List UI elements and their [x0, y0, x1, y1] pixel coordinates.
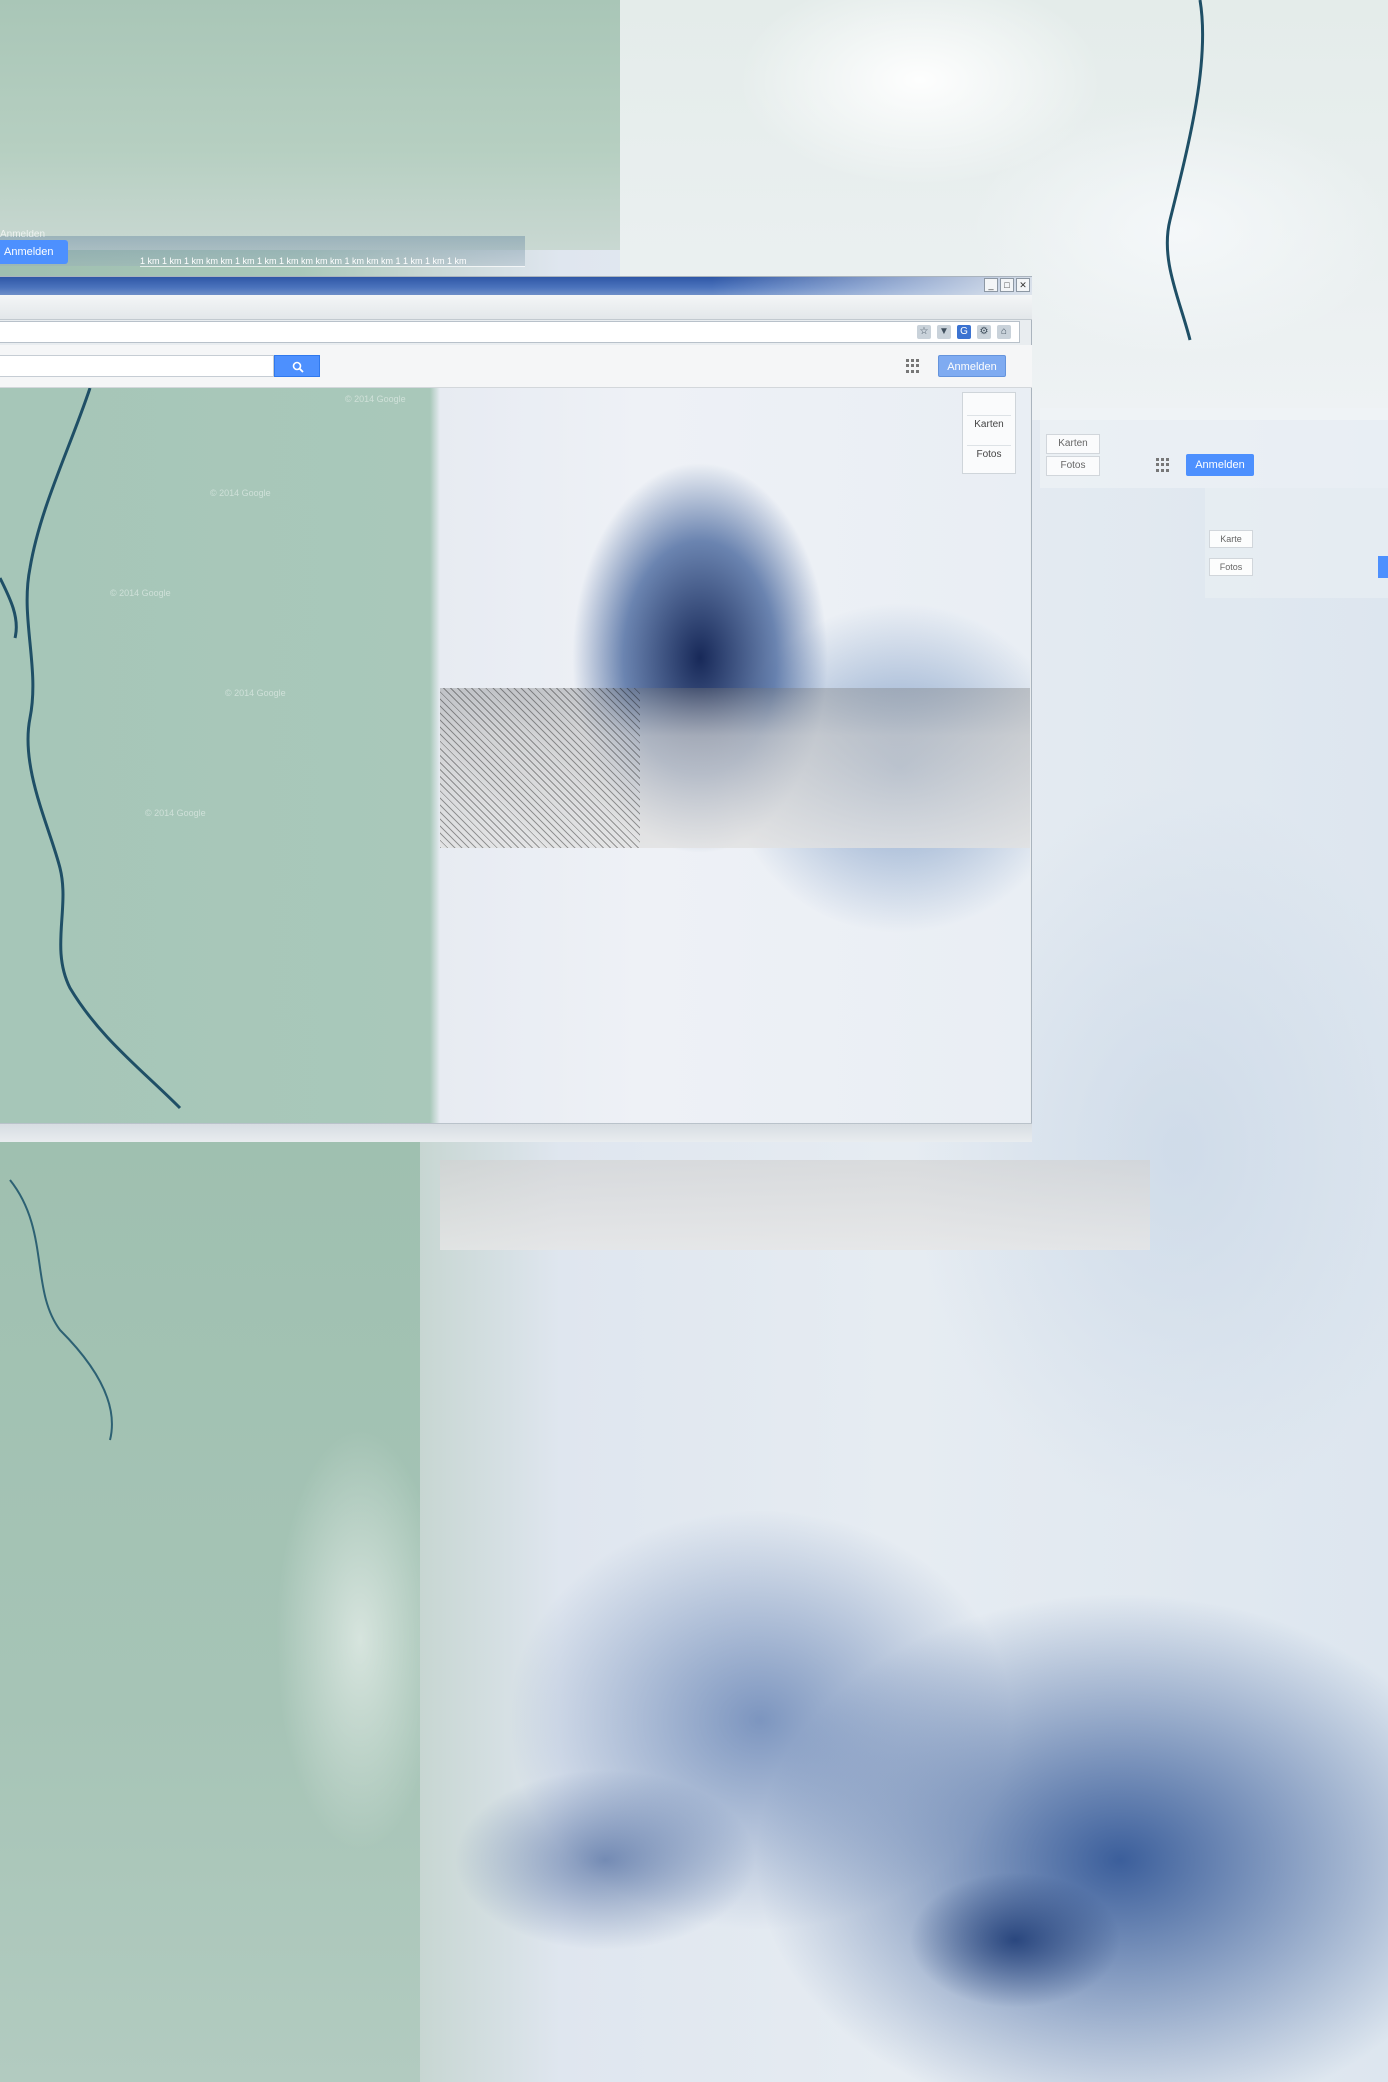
screenshot-canvas: Anmelden Anmelden 1 km 1 km 1 km km km 1…: [0, 0, 1388, 2082]
map-copyright: © 2014 Google: [145, 808, 206, 818]
coastline-path: [1165, 0, 1205, 341]
window-controls: _ □ ✕: [984, 278, 1030, 292]
map-canvas[interactable]: © 2014 Google © 2014 Google © 2014 Googl…: [0, 388, 1030, 1123]
search-input[interactable]: [0, 355, 274, 377]
ghost-signin-button[interactable]: Anmelden: [1186, 454, 1254, 476]
title-bar: _ □ ✕: [0, 277, 1032, 295]
fjord-path: [25, 388, 182, 1110]
ghost-maps-window: Karten Fotos Anmelden: [1040, 408, 1388, 488]
gear-icon[interactable]: ⚙: [977, 325, 991, 339]
maximize-button[interactable]: □: [1000, 278, 1014, 292]
coastline-overlay: [0, 388, 182, 1110]
map-type-switcher: Karten Fotos: [962, 392, 1016, 474]
inlet-path: [0, 577, 18, 639]
map-copyright: © 2014 Google: [225, 688, 286, 698]
signin-button-echo: Anmelden: [0, 230, 46, 240]
search-icon: [292, 361, 304, 373]
map-type-karten[interactable]: Karten: [967, 415, 1011, 434]
map-copyright: © 2014 Google: [210, 488, 271, 498]
ghost2-map-type-fotos[interactable]: Fotos: [1209, 558, 1253, 576]
dropdown-icon[interactable]: ▼: [937, 325, 951, 339]
address-bar[interactable]: ☆ ▼ G ⚙ ⌂: [0, 321, 1020, 343]
minimize-button[interactable]: _: [984, 278, 998, 292]
apps-grid-icon[interactable]: [906, 359, 920, 373]
signin-button-top[interactable]: Anmelden: [0, 240, 68, 264]
browser-window: _ □ ✕ ☆ ▼ G ⚙ ⌂ Anmelden © 2014 Google ©…: [0, 276, 1032, 1142]
ghost-map-type-fotos[interactable]: Fotos: [1046, 456, 1100, 476]
browser-status-bar: [0, 1123, 1032, 1142]
signin-button[interactable]: Anmelden: [938, 355, 1006, 377]
map-copyright: © 2014 Google: [345, 394, 406, 404]
ice-crack-path: [9, 1179, 113, 1441]
search-button[interactable]: [274, 355, 320, 377]
maps-header: Anmelden: [0, 345, 1032, 388]
map-gray-band: [440, 688, 1030, 848]
map-copyright: © 2014 Google: [110, 588, 171, 598]
star-icon[interactable]: ☆: [917, 325, 931, 339]
scale-labels: 1 km 1 km 1 km km km 1 km 1 km 1 km km k…: [140, 256, 525, 267]
google-icon[interactable]: G: [957, 325, 971, 339]
browser-toolbar: [0, 295, 1032, 320]
home-icon[interactable]: ⌂: [997, 325, 1011, 339]
ghost2-signin-edge: [1378, 556, 1388, 578]
address-bar-icons: ☆ ▼ G ⚙ ⌂: [917, 325, 1011, 339]
map-type-fotos[interactable]: Fotos: [967, 445, 1011, 464]
ghost2-map-type-karten[interactable]: Karte: [1209, 530, 1253, 548]
apps-grid-icon[interactable]: [1156, 458, 1170, 472]
ghost-map-type-karten[interactable]: Karten: [1046, 434, 1100, 454]
ghost-maps-window-2: Karte Fotos: [1205, 488, 1388, 598]
close-button[interactable]: ✕: [1016, 278, 1030, 292]
